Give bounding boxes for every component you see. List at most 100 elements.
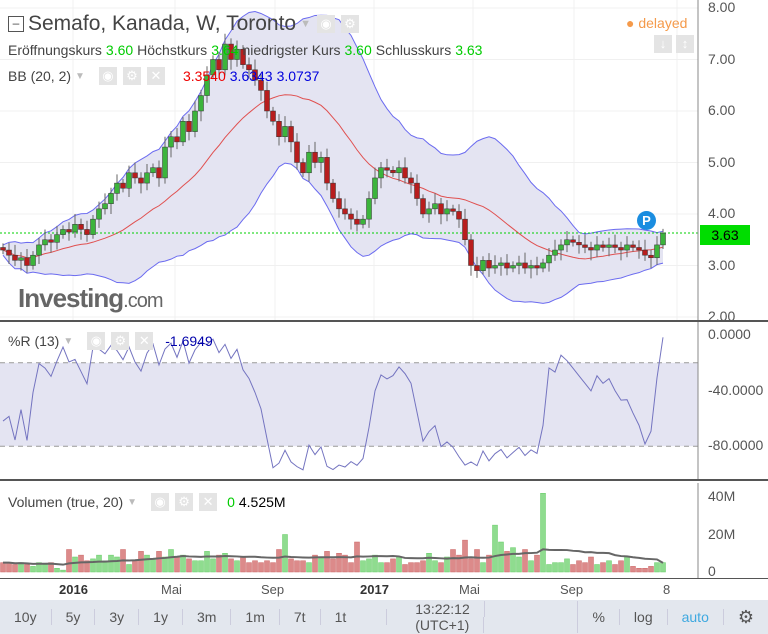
candle bbox=[522, 262, 528, 269]
bb-label[interactable]: BB (20, 2) bbox=[8, 68, 71, 84]
auto-toggle[interactable]: auto bbox=[668, 609, 724, 625]
volume-bar bbox=[564, 558, 570, 573]
candle bbox=[42, 239, 48, 246]
candle bbox=[402, 167, 408, 179]
volume-bar bbox=[60, 569, 66, 573]
volume-bar bbox=[192, 560, 198, 573]
volume-bar bbox=[576, 560, 582, 573]
volume-bar bbox=[270, 562, 276, 573]
price-axis-label: 8.00 bbox=[708, 0, 736, 15]
volume-bar bbox=[582, 562, 588, 573]
volume-bar bbox=[366, 558, 372, 573]
candle bbox=[564, 239, 570, 246]
range-5y[interactable]: 5y bbox=[52, 609, 96, 625]
volume-bar bbox=[246, 562, 252, 573]
arrows-vertical-icon[interactable]: ↕ bbox=[676, 35, 694, 53]
volume-bar bbox=[468, 558, 474, 573]
time-axis-label: Mai bbox=[161, 582, 182, 597]
wr-label[interactable]: %R (13) bbox=[8, 333, 59, 349]
candle bbox=[168, 136, 174, 148]
candle bbox=[30, 254, 36, 266]
volume-pane[interactable]: Volumen (true, 20) ▼ ◉ ⚙ ✕ 0 4.525M 40M 20M 0 bbox=[0, 483, 768, 579]
percent-toggle[interactable]: % bbox=[578, 609, 620, 625]
p-marker-icon[interactable]: P bbox=[637, 211, 656, 230]
volume-label[interactable]: Volumen (true, 20) bbox=[8, 494, 123, 510]
candle bbox=[174, 136, 180, 143]
wr-legend: %R (13) ▼ ◉ ⚙ ✕ -1.6949 bbox=[8, 332, 213, 350]
volume-bar bbox=[570, 564, 576, 573]
chevron-down-icon[interactable]: ▼ bbox=[127, 497, 137, 508]
chevron-down-icon[interactable]: ▼ bbox=[300, 18, 311, 30]
candle bbox=[96, 208, 102, 220]
candle bbox=[432, 203, 438, 210]
eye-icon[interactable]: ◉ bbox=[151, 493, 170, 511]
candle bbox=[654, 244, 660, 259]
candle bbox=[600, 244, 606, 248]
williams-r-pane[interactable]: %R (13) ▼ ◉ ⚙ ✕ -1.6949 0.0000 -40.0000 -80.0… bbox=[0, 322, 768, 481]
candle bbox=[6, 249, 12, 256]
chart-title[interactable]: Semafo, Kanada, W, Toronto bbox=[28, 12, 296, 36]
volume-bar bbox=[510, 547, 516, 573]
volume-axis-label: 20M bbox=[708, 525, 736, 542]
log-toggle[interactable]: log bbox=[620, 609, 668, 625]
close-icon[interactable]: ✕ bbox=[146, 67, 165, 85]
volume-bar bbox=[204, 551, 210, 573]
candle bbox=[648, 254, 654, 259]
gear-icon[interactable]: ⚙ bbox=[175, 493, 194, 511]
range-10y[interactable]: 10y bbox=[0, 609, 52, 625]
volume-bar bbox=[288, 558, 294, 573]
candle bbox=[360, 218, 366, 225]
range-7t[interactable]: 7t bbox=[280, 609, 321, 625]
volume-bar bbox=[114, 556, 120, 573]
volume-bar bbox=[42, 564, 48, 573]
price-pane[interactable]: – Semafo, Kanada, W, Toronto ▼ ◉ ⚙ Eröffn… bbox=[0, 0, 768, 324]
eye-icon[interactable]: ◉ bbox=[317, 15, 335, 33]
wr-axis-label: 0.0000 bbox=[708, 326, 751, 342]
range-3y[interactable]: 3y bbox=[95, 609, 140, 625]
close-icon[interactable]: ✕ bbox=[135, 332, 154, 350]
candle bbox=[504, 262, 510, 269]
price-axis-label: 7.00 bbox=[708, 50, 736, 67]
clock: 13:22:12 (UTC+1) bbox=[387, 601, 579, 633]
gear-icon[interactable]: ⚙ bbox=[341, 15, 359, 33]
candle bbox=[558, 244, 564, 251]
range-1y[interactable]: 1y bbox=[139, 609, 183, 625]
volume-bar bbox=[252, 560, 258, 573]
volume-bar bbox=[198, 560, 204, 573]
candle bbox=[552, 249, 558, 256]
eye-icon[interactable]: ◉ bbox=[87, 332, 106, 350]
candle bbox=[348, 213, 354, 220]
price-axis-label: 3.00 bbox=[708, 256, 736, 273]
range-1m[interactable]: 1m bbox=[231, 609, 280, 625]
volume-bar bbox=[552, 562, 558, 573]
low-label: niedrigster Kurs bbox=[242, 42, 341, 58]
time-axis-label: 8 bbox=[663, 582, 671, 597]
eye-icon[interactable]: ◉ bbox=[98, 67, 117, 85]
last-price-label: 3.63 bbox=[700, 225, 750, 245]
settings-gear-icon[interactable]: ⚙ bbox=[724, 607, 768, 628]
gear-icon[interactable]: ⚙ bbox=[122, 67, 141, 85]
volume-bar bbox=[546, 564, 552, 573]
candle bbox=[138, 177, 144, 184]
volume-bar bbox=[420, 560, 426, 573]
candle bbox=[198, 95, 204, 112]
candle bbox=[12, 254, 18, 261]
close-icon[interactable]: ✕ bbox=[199, 493, 218, 511]
candle bbox=[414, 182, 420, 199]
chevron-down-icon[interactable]: ▼ bbox=[63, 336, 73, 347]
collapse-icon[interactable]: – bbox=[8, 16, 24, 32]
candle bbox=[282, 126, 288, 137]
candle bbox=[612, 244, 618, 248]
candle bbox=[276, 121, 282, 138]
candle bbox=[90, 218, 96, 235]
candle bbox=[306, 151, 312, 174]
candle bbox=[294, 141, 300, 163]
arrow-down-icon[interactable]: ↓ bbox=[654, 35, 672, 53]
range-3m[interactable]: 3m bbox=[183, 609, 232, 625]
range-1t[interactable]: 1t bbox=[321, 609, 388, 625]
low-value: 3.60 bbox=[344, 42, 372, 58]
volume-bar bbox=[378, 562, 384, 573]
chevron-down-icon[interactable]: ▼ bbox=[75, 71, 85, 82]
candle bbox=[36, 244, 42, 256]
gear-icon[interactable]: ⚙ bbox=[111, 332, 130, 350]
